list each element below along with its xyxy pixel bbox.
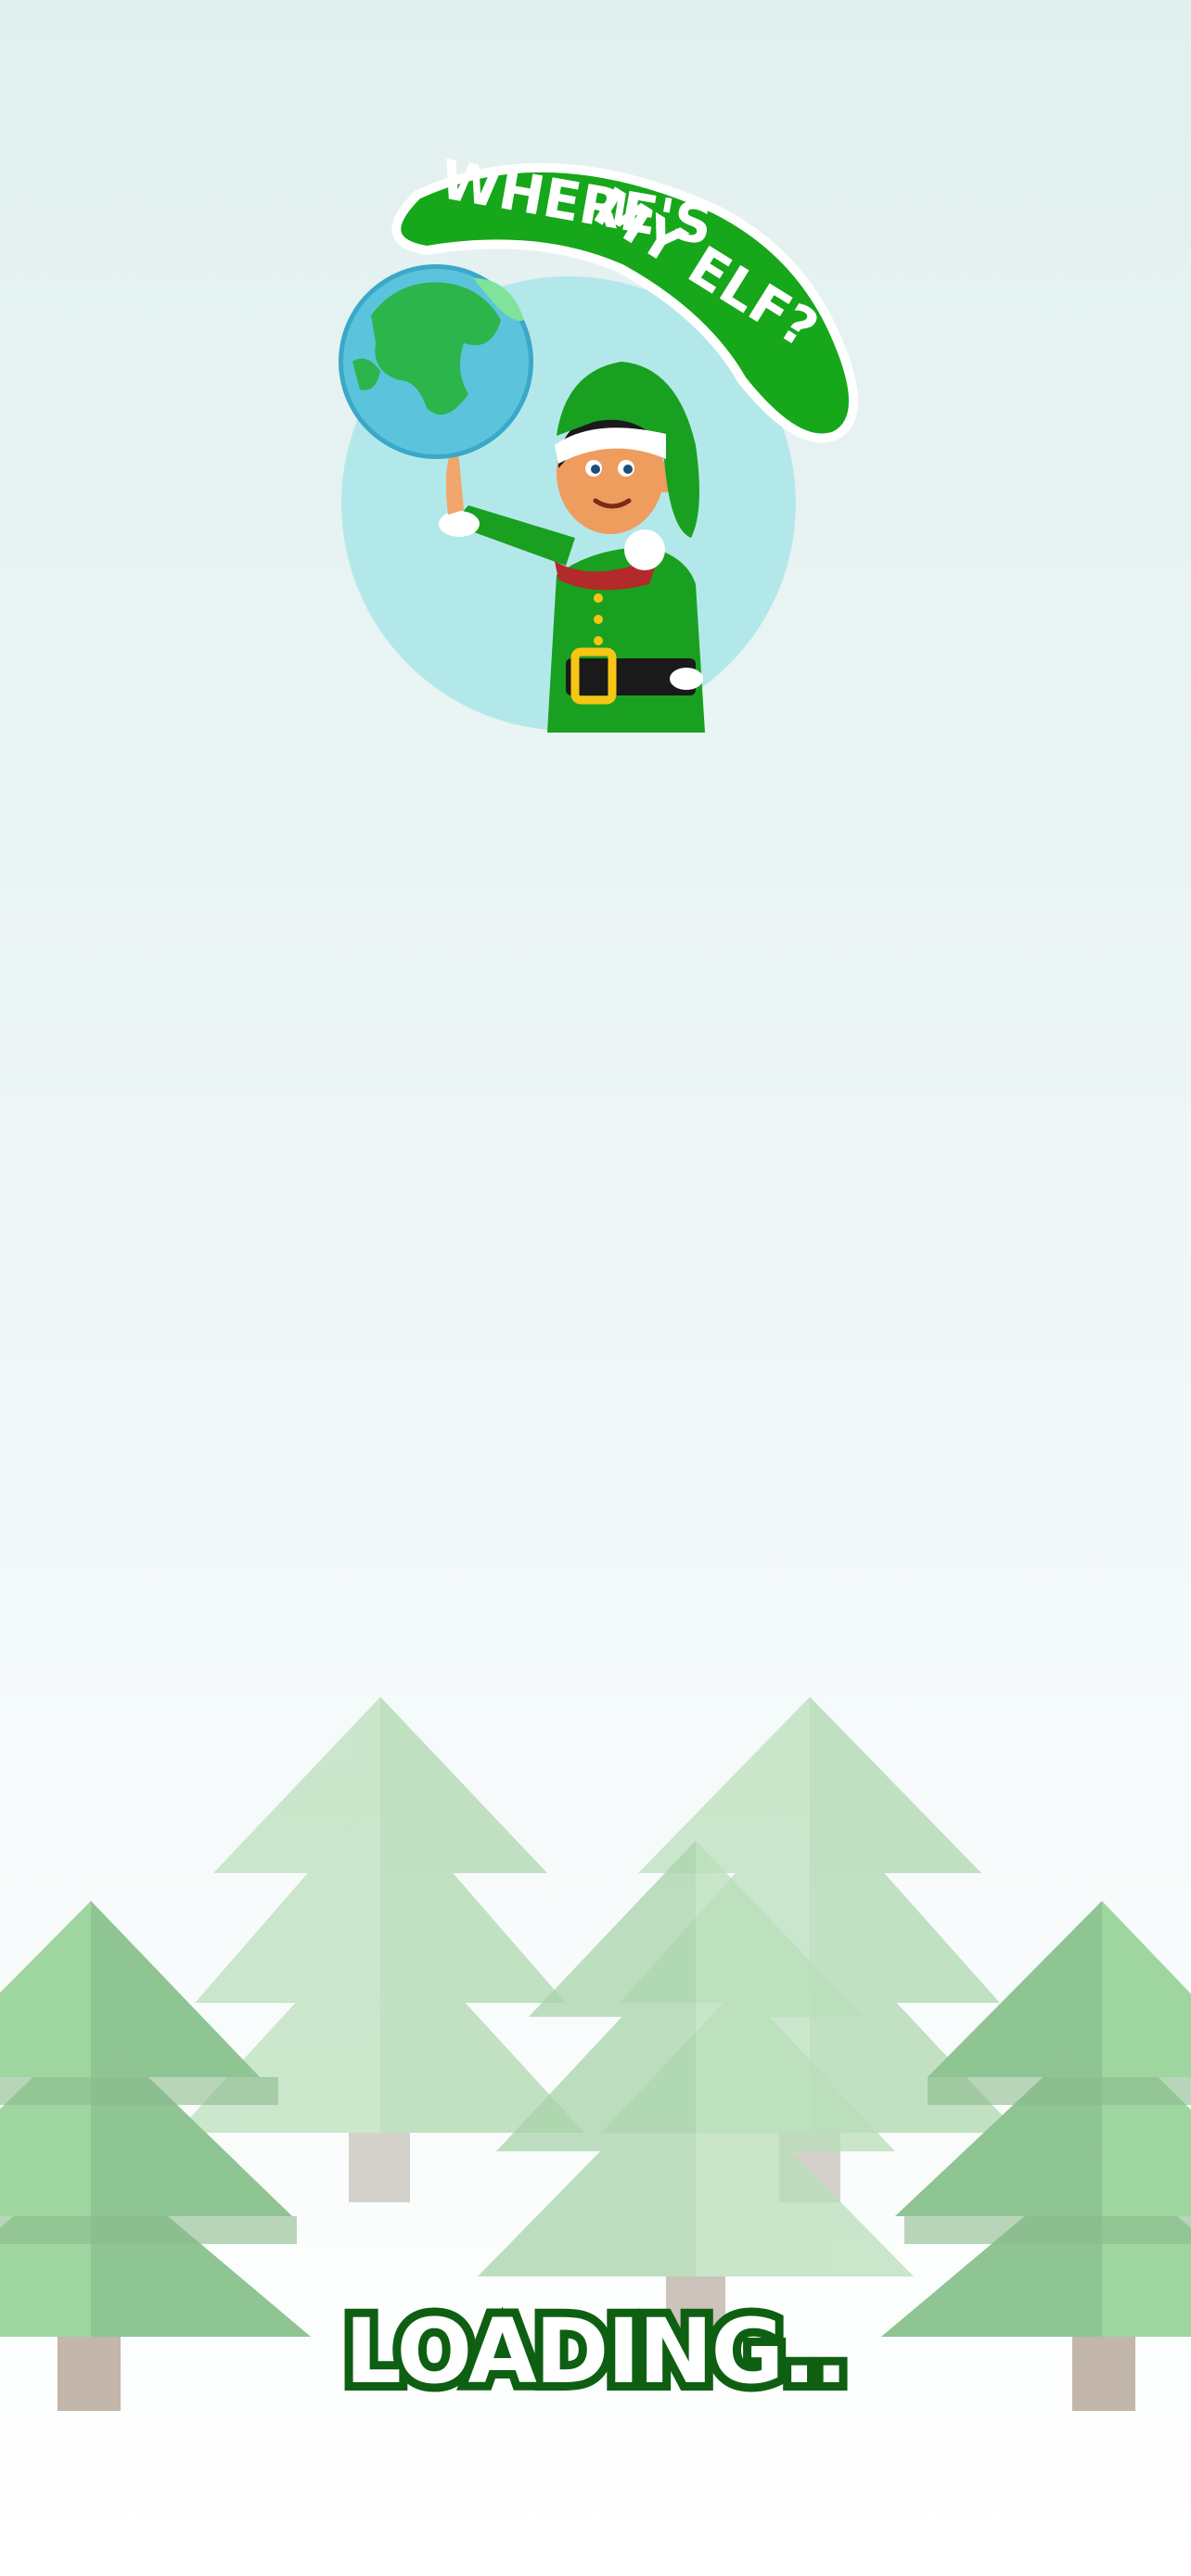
globe-icon <box>339 264 533 459</box>
game-logo: WHERE'S MY ELF? <box>315 139 872 742</box>
loading-label: LOADING.. <box>337 2291 857 2412</box>
loading-screen: WHERE'S MY ELF? LOADING.. <box>0 0 1191 2576</box>
